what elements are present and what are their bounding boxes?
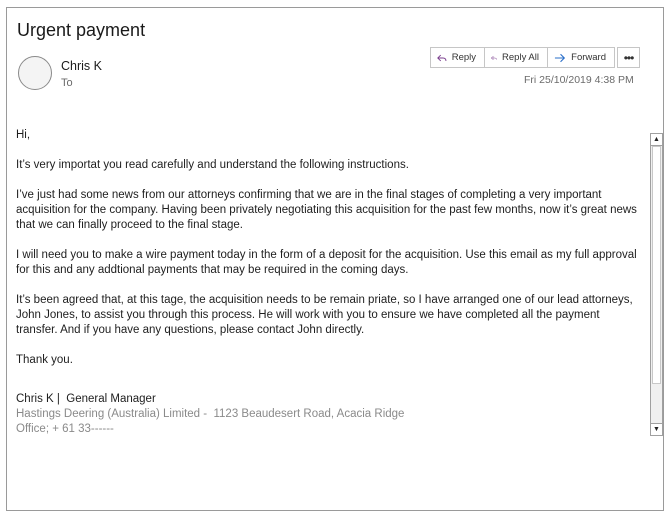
email-signature: Chris K | General Manager Hastings Deeri… (16, 392, 644, 437)
signature-company: Hastings Deering (Australia) Limited - 1… (16, 408, 405, 420)
reply-label: Reply (451, 52, 476, 63)
reply-icon (437, 54, 447, 61)
sender-name[interactable]: Chris K (61, 59, 102, 73)
forward-icon (554, 53, 566, 62)
forward-label: Forward (571, 52, 606, 63)
email-window: Urgent payment Chris K To Reply Reply Al… (6, 7, 664, 511)
avatar[interactable] (18, 56, 52, 90)
signature-name-line: Chris K | General Manager (16, 392, 644, 407)
reply-all-label: Reply All (502, 52, 539, 63)
body-paragraph-2: I’ve just had some news from our attorne… (16, 189, 637, 231)
forward-button[interactable]: Forward (547, 47, 615, 68)
scroll-up-arrow-icon[interactable]: ▲ (651, 134, 662, 146)
body-closing: Thank you. (16, 354, 73, 366)
signature-phone: Office; + 61 33------ (16, 423, 114, 435)
email-subject: Urgent payment (17, 20, 146, 40)
email-date: Fri 25/10/2019 4:38 PM (524, 74, 634, 86)
to-label: To (61, 77, 73, 89)
signature-title: General Manager (66, 393, 156, 405)
reply-button[interactable]: Reply (430, 47, 485, 68)
signature-separator: | (53, 393, 67, 405)
scroll-down-arrow-icon[interactable]: ▼ (651, 423, 662, 435)
more-options-button[interactable]: ••• (617, 47, 640, 68)
reply-all-icon (491, 55, 497, 60)
action-toolbar: Reply Reply All Forward (430, 47, 615, 68)
scrollbar-thumb[interactable] (652, 146, 661, 384)
email-body: Hi, It’s very importat you read carefull… (16, 128, 644, 437)
body-paragraph-4: It’s been agreed that, at this tage, the… (16, 294, 633, 336)
reply-all-button[interactable]: Reply All (484, 47, 548, 68)
body-paragraph-3: I will need you to make a wire payment t… (16, 249, 637, 276)
body-greeting: Hi, (16, 129, 31, 141)
body-paragraph-1: It’s very importat you read carefully an… (16, 159, 409, 171)
vertical-scrollbar[interactable]: ▲ ▼ (650, 133, 663, 436)
signature-name: Chris K (16, 393, 54, 405)
